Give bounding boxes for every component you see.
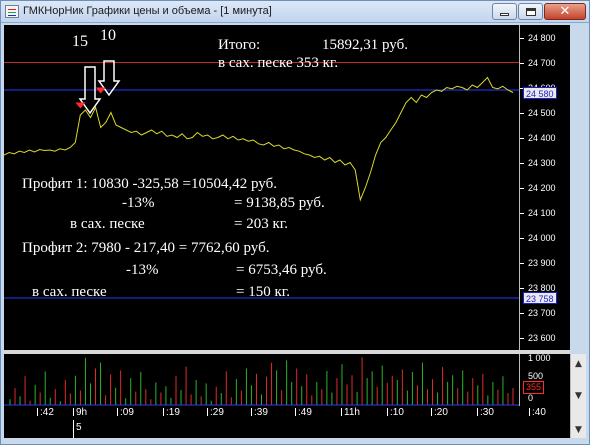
time-tick-label: :40 (529, 407, 546, 418)
window-title: ГМКНорНик Графики цены и объема - [1 мин… (23, 5, 272, 17)
profit2-tax: -13% (126, 262, 159, 278)
profit1-line: Профит 1: 10830 -325,58 =10504,42 руб. (22, 176, 277, 192)
level-price-badge: 23 758 (523, 292, 557, 304)
price-tick-label: 24 500 (520, 107, 556, 118)
volume-tick-label: 1 000 (528, 353, 551, 363)
time-tick-label: 9h (72, 407, 88, 418)
price-tick-label: 24 100 (520, 207, 556, 218)
scroll-down-icon[interactable]: ▼ (571, 388, 586, 403)
price-tick-label: 23 600 (520, 332, 556, 343)
price-chart-pane[interactable]: 15 10 Итого: 15892,31 руб. в сах. песке … (4, 25, 519, 350)
total-sand: в сах. песке 353 кг. (218, 55, 339, 71)
total-value: 15892,31 руб. (322, 37, 408, 53)
profit2-line: Профит 2: 7980 - 217,40 = 7762,60 руб. (22, 240, 270, 256)
price-tick-label: 24 300 (520, 157, 556, 168)
price-tick-label: 24 200 (520, 182, 556, 193)
time-tick-label: :10 (387, 407, 404, 418)
price-tick-label: 23 700 (520, 307, 556, 318)
price-tick-label: 24 400 (520, 132, 556, 143)
volume-value-badge: 355 (523, 381, 545, 394)
current-price-badge: 24 580 (523, 86, 557, 99)
title-bar[interactable]: ГМКНорНик Графики цены и объема - [1 мин… (1, 1, 589, 23)
price-tick-label: 24 800 (520, 32, 556, 43)
profit1-tax: -13% (122, 195, 155, 211)
close-icon: ✕ (559, 4, 571, 19)
price-tick-label: 24 000 (520, 232, 556, 243)
price-axis[interactable]: 24 80024 70024 60024 50024 40024 30024 2… (519, 25, 570, 350)
close-button[interactable]: ✕ (544, 3, 586, 20)
time-tick-label: :49 (295, 407, 312, 418)
time-tick-label: :20 (431, 407, 448, 418)
time-tick-label: :30 (477, 407, 494, 418)
volume-tick-label: 500 (528, 371, 544, 381)
arrow-label-right: 10 (100, 27, 116, 44)
minimize-button[interactable] (492, 3, 517, 20)
maximize-button[interactable] (518, 3, 543, 20)
minimize-icon (500, 13, 509, 16)
volume-axis[interactable]: 355 1 000 500 0 (519, 353, 570, 406)
price-tick-label: 23 900 (520, 257, 556, 268)
maximize-icon (525, 7, 536, 16)
profit1-sand-label: в сах. песке (70, 216, 145, 232)
scroll-down-secondary-icon[interactable]: ▼ (571, 422, 586, 437)
profit2-net: = 6753,46 руб. (236, 262, 327, 278)
arrow-label-left: 15 (72, 33, 88, 50)
time-tick-label: :09 (117, 407, 134, 418)
time-tick-label: :42 (37, 407, 54, 418)
session-divider (73, 420, 74, 438)
chart-app-icon[interactable] (5, 5, 19, 18)
volume-chart-svg (4, 357, 519, 406)
time-tick-label: :29 (207, 407, 224, 418)
volume-tick-label: 0 (528, 393, 534, 403)
time-axis-secondary: 5 (4, 420, 570, 438)
vertical-scrollbar[interactable]: ▲ ▼ ▼ (570, 354, 586, 438)
volume-pane[interactable] (4, 354, 519, 406)
profit2-sand-label: в сах. песке (32, 284, 107, 300)
time-tick-label: :39 (251, 407, 268, 418)
profit2-sand-value: = 150 кг. (236, 284, 290, 300)
time-tick-label: 11h (341, 407, 360, 418)
profit1-net: = 9138,85 руб. (234, 195, 325, 211)
profit1-sand-value: = 203 кг. (234, 216, 288, 232)
time-axis[interactable]: :42 9h :09 :19 :29 :39 :49 11h :10 :20 :30 :40 (4, 406, 570, 420)
price-tick-label: 24 700 (520, 57, 556, 68)
price-tick-label: 23 800 (520, 282, 556, 293)
bottom-label: 5 (76, 422, 82, 433)
total-label: Итого: (218, 37, 261, 53)
time-tick-label: :19 (163, 407, 180, 418)
scroll-up-icon[interactable]: ▲ (571, 356, 586, 371)
